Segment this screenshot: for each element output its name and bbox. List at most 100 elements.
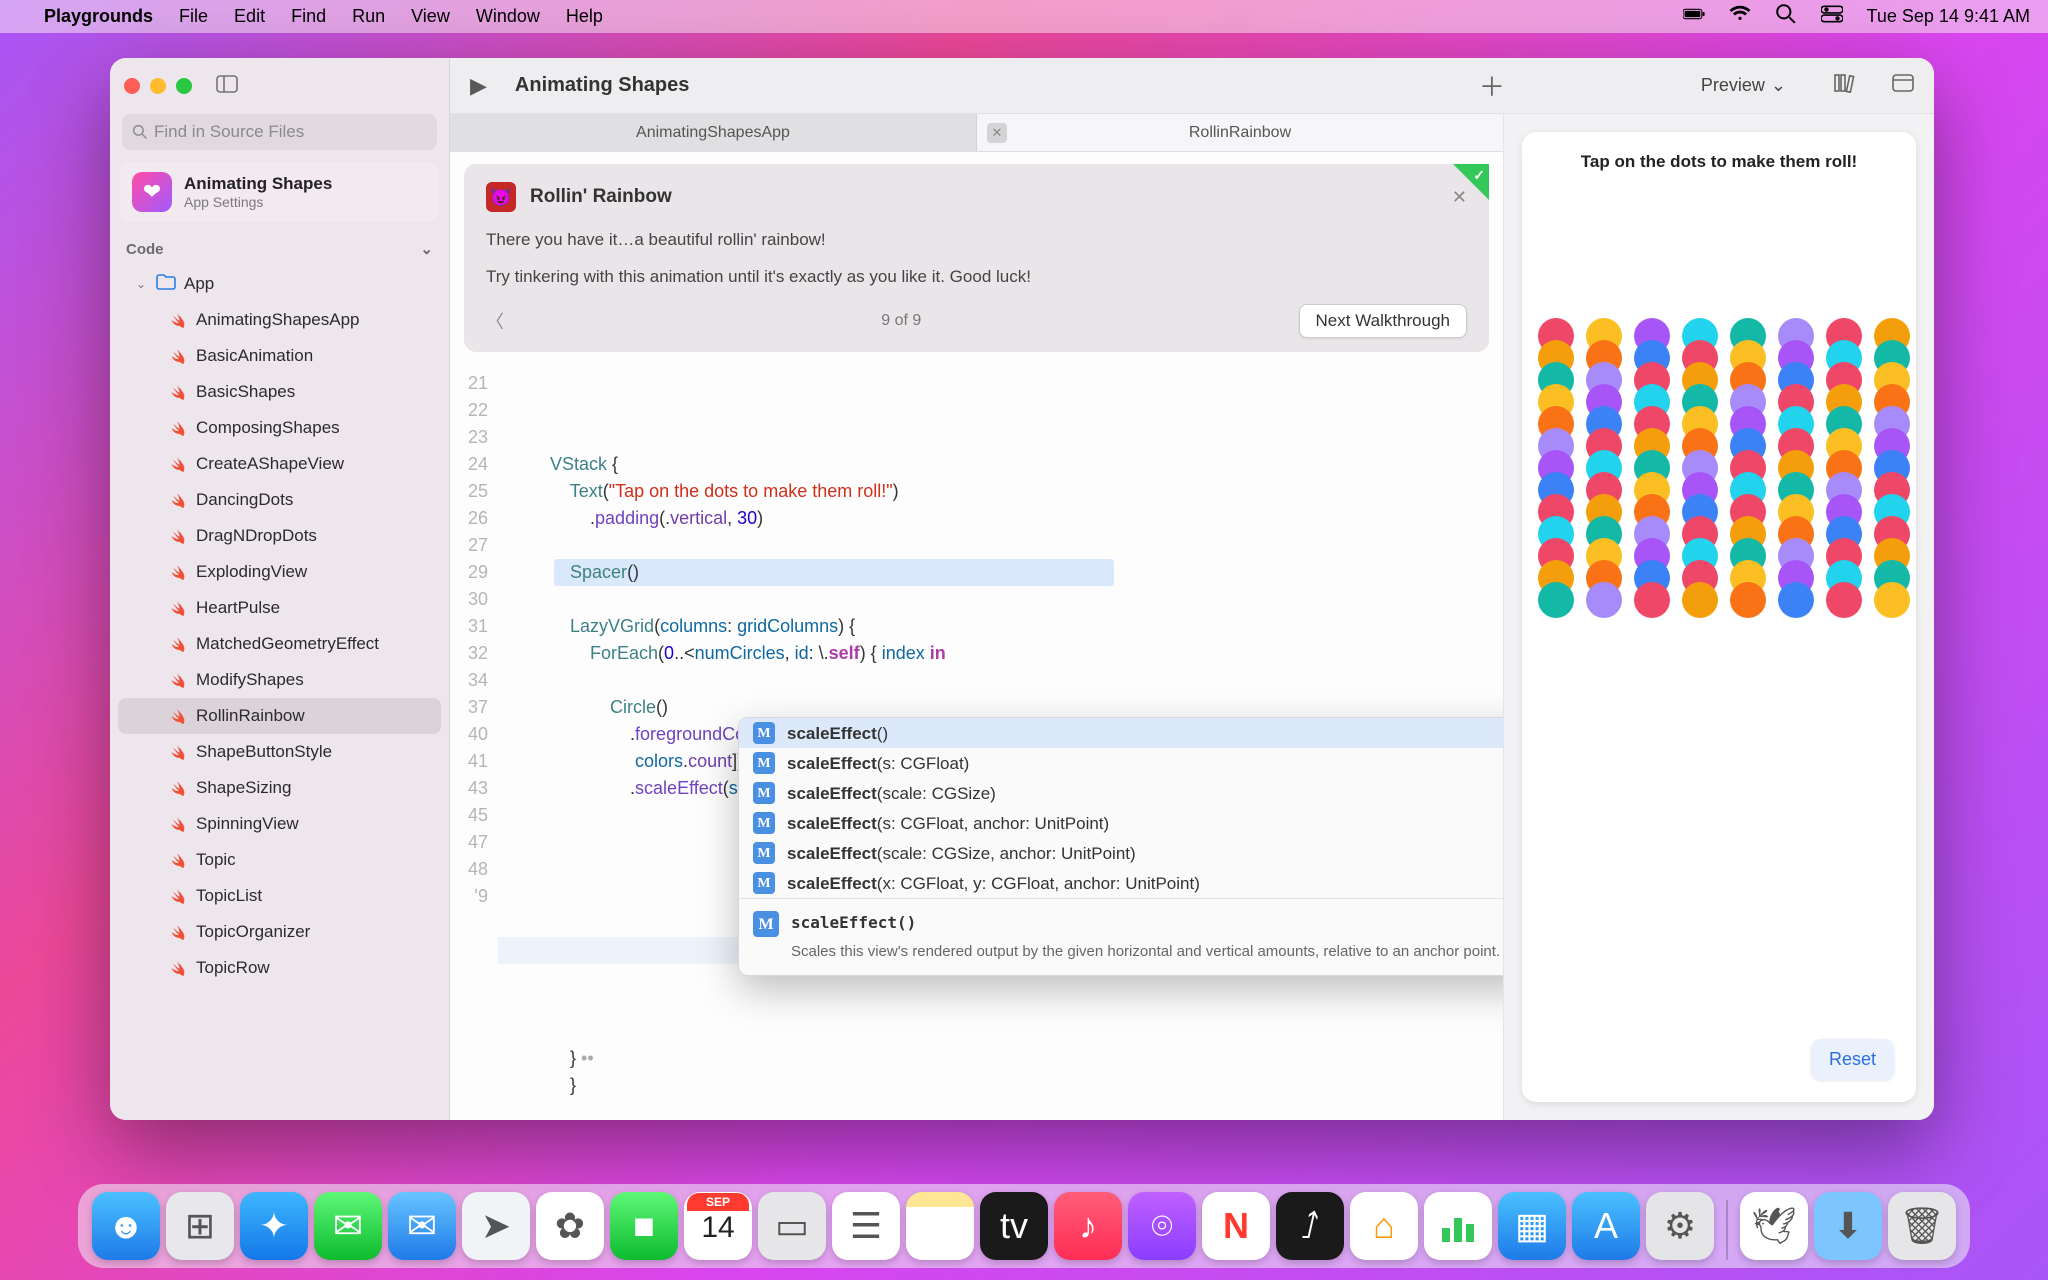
autocomplete-item[interactable]: MscaleEffect(s: CGFloat) — [739, 748, 1503, 778]
dot[interactable] — [1730, 582, 1766, 618]
file-basicanimation[interactable]: BasicAnimation — [118, 338, 441, 374]
next-walkthrough-button[interactable]: Next Walkthrough — [1299, 304, 1467, 338]
dock-swift[interactable]: 🕊 — [1740, 1192, 1808, 1260]
file-dancingdots[interactable]: DancingDots — [118, 482, 441, 518]
file-topiclist[interactable]: TopicList — [118, 878, 441, 914]
file-animatingshapesapp[interactable]: AnimatingShapesApp — [118, 302, 441, 338]
dock-appstore[interactable]: A — [1572, 1192, 1640, 1260]
dot[interactable] — [1826, 582, 1862, 618]
dock-finder[interactable]: ☻ — [92, 1192, 160, 1260]
code-section-header[interactable]: Code ⌄ — [110, 232, 449, 266]
dock-contacts[interactable]: ▭ — [758, 1192, 826, 1260]
file-basicshapes[interactable]: BasicShapes — [118, 374, 441, 410]
add-button[interactable]: ＋ — [1479, 67, 1505, 104]
swift-icon — [166, 814, 186, 834]
file-shapebuttonstyle[interactable]: ShapeButtonStyle — [118, 734, 441, 770]
dock-music[interactable]: ♪ — [1054, 1192, 1122, 1260]
battery-icon[interactable] — [1683, 3, 1705, 30]
toggle-sidebar-icon[interactable] — [216, 75, 238, 98]
menu-find[interactable]: Find — [291, 6, 326, 27]
menu-file[interactable]: File — [179, 6, 208, 27]
dock-notes[interactable] — [906, 1192, 974, 1260]
dock-reminders[interactable]: ☰ — [832, 1192, 900, 1260]
code-content[interactable]: VStack { Text("Tap on the dots to make t… — [498, 364, 1503, 1120]
dock-launchpad[interactable]: ⊞ — [166, 1192, 234, 1260]
menubar-clock[interactable]: Tue Sep 14 9:41 AM — [1867, 6, 2030, 27]
dock-photos[interactable]: ✿ — [536, 1192, 604, 1260]
dock-calendar[interactable]: SEP14 — [684, 1192, 752, 1260]
dock-downloads[interactable]: ⬇ — [1814, 1192, 1882, 1260]
dock-podcasts[interactable]: ⌾ — [1128, 1192, 1196, 1260]
preview-panel: Tap on the dots to make them roll! Reset — [1504, 114, 1934, 1120]
dock-maps[interactable]: ➤ — [462, 1192, 530, 1260]
menu-help[interactable]: Help — [566, 6, 603, 27]
dot[interactable] — [1682, 582, 1718, 618]
close-icon[interactable] — [124, 78, 140, 94]
preview-dropdown[interactable]: Preview⌄ — [1701, 75, 1786, 96]
file-modifyshapes[interactable]: ModifyShapes — [118, 662, 441, 698]
autocomplete-item[interactable]: MscaleEffect(s: CGFloat, anchor: UnitPoi… — [739, 808, 1503, 838]
autocomplete-item[interactable]: MscaleEffect(scale: CGSize) — [739, 778, 1503, 808]
window-controls[interactable] — [124, 78, 192, 94]
file-topic[interactable]: Topic — [118, 842, 441, 878]
folder-app[interactable]: ⌄ App — [118, 266, 441, 302]
search-input[interactable]: Find in Source Files — [122, 114, 437, 150]
file-createashapeview[interactable]: CreateAShapeView — [118, 446, 441, 482]
file-heartpulse[interactable]: HeartPulse — [118, 590, 441, 626]
dock-keynote[interactable]: ▦ — [1498, 1192, 1566, 1260]
dock-stocks[interactable]: ⭜ — [1276, 1192, 1344, 1260]
code-editor[interactable]: 21222324252627293031323437404143454748'9… — [450, 364, 1503, 1120]
control-center-icon[interactable] — [1821, 3, 1843, 30]
file-rollinrainbow[interactable]: RollinRainbow — [118, 698, 441, 734]
preview-label: Preview — [1701, 75, 1765, 96]
library-icon[interactable] — [1834, 73, 1858, 98]
zoom-icon[interactable] — [176, 78, 192, 94]
spotlight-icon[interactable] — [1775, 3, 1797, 30]
menu-view[interactable]: View — [411, 6, 450, 27]
file-explodingview[interactable]: ExplodingView — [118, 554, 441, 590]
walkthrough-back-button[interactable]: 〈 — [486, 308, 504, 334]
autocomplete-item[interactable]: MscaleEffect(x: CGFloat, y: CGFloat, anc… — [739, 868, 1503, 898]
file-spinningview[interactable]: SpinningView — [118, 806, 441, 842]
dock-home[interactable]: ⌂ — [1350, 1192, 1418, 1260]
inspector-icon[interactable] — [1892, 74, 1914, 97]
wifi-icon[interactable] — [1729, 3, 1751, 30]
tab-rollin-rainbow[interactable]: ✕RollinRainbow — [977, 114, 1503, 151]
file-composingshapes[interactable]: ComposingShapes — [118, 410, 441, 446]
dock-messages[interactable]: ✉ — [314, 1192, 382, 1260]
dock-numbers[interactable] — [1424, 1192, 1492, 1260]
dock[interactable]: ☻⊞✦✉✉➤✿■SEP14▭☰tv♪⌾N⭜⌂▦A⚙🕊⬇🗑 — [78, 1184, 1970, 1268]
dock-news[interactable]: N — [1202, 1192, 1270, 1260]
dock-settings[interactable]: ⚙ — [1646, 1192, 1714, 1260]
dock-tv[interactable]: tv — [980, 1192, 1048, 1260]
dock-trash[interactable]: 🗑 — [1888, 1192, 1956, 1260]
dock-mail[interactable]: ✉ — [388, 1192, 456, 1260]
file-topicrow[interactable]: TopicRow — [118, 950, 441, 986]
autocomplete-popup[interactable]: MscaleEffect()MscaleEffect(s: CGFloat)Ms… — [738, 717, 1503, 976]
run-button[interactable]: ▶ — [470, 73, 487, 99]
file-dragndropdots[interactable]: DragNDropDots — [118, 518, 441, 554]
file-matchedgeometryeffect[interactable]: MatchedGeometryEffect — [118, 626, 441, 662]
dock-safari[interactable]: ✦ — [240, 1192, 308, 1260]
preview-canvas[interactable]: Tap on the dots to make them roll! Reset — [1522, 132, 1916, 1102]
file-shapesizing[interactable]: ShapeSizing — [118, 770, 441, 806]
dock-facetime[interactable]: ■ — [610, 1192, 678, 1260]
app-menu[interactable]: Playgrounds — [44, 6, 153, 27]
file-topicorganizer[interactable]: TopicOrganizer — [118, 914, 441, 950]
close-tab-icon[interactable]: ✕ — [987, 123, 1007, 143]
autocomplete-item[interactable]: MscaleEffect(scale: CGSize, anchor: Unit… — [739, 838, 1503, 868]
menu-edit[interactable]: Edit — [234, 6, 265, 27]
menu-run[interactable]: Run — [352, 6, 385, 27]
menu-window[interactable]: Window — [476, 6, 540, 27]
dot[interactable] — [1586, 582, 1622, 618]
tab-animating-shapes-app[interactable]: AnimatingShapesApp — [450, 114, 977, 151]
reset-button[interactable]: Reset — [1811, 1039, 1894, 1080]
dot-grid[interactable] — [1534, 332, 1904, 618]
dot[interactable] — [1634, 582, 1670, 618]
dot[interactable] — [1874, 582, 1910, 618]
autocomplete-item[interactable]: MscaleEffect() — [739, 718, 1503, 748]
dot[interactable] — [1778, 582, 1814, 618]
minimize-icon[interactable] — [150, 78, 166, 94]
dot[interactable] — [1538, 582, 1574, 618]
project-header[interactable]: ❤︎ Animating Shapes App Settings — [120, 162, 439, 222]
